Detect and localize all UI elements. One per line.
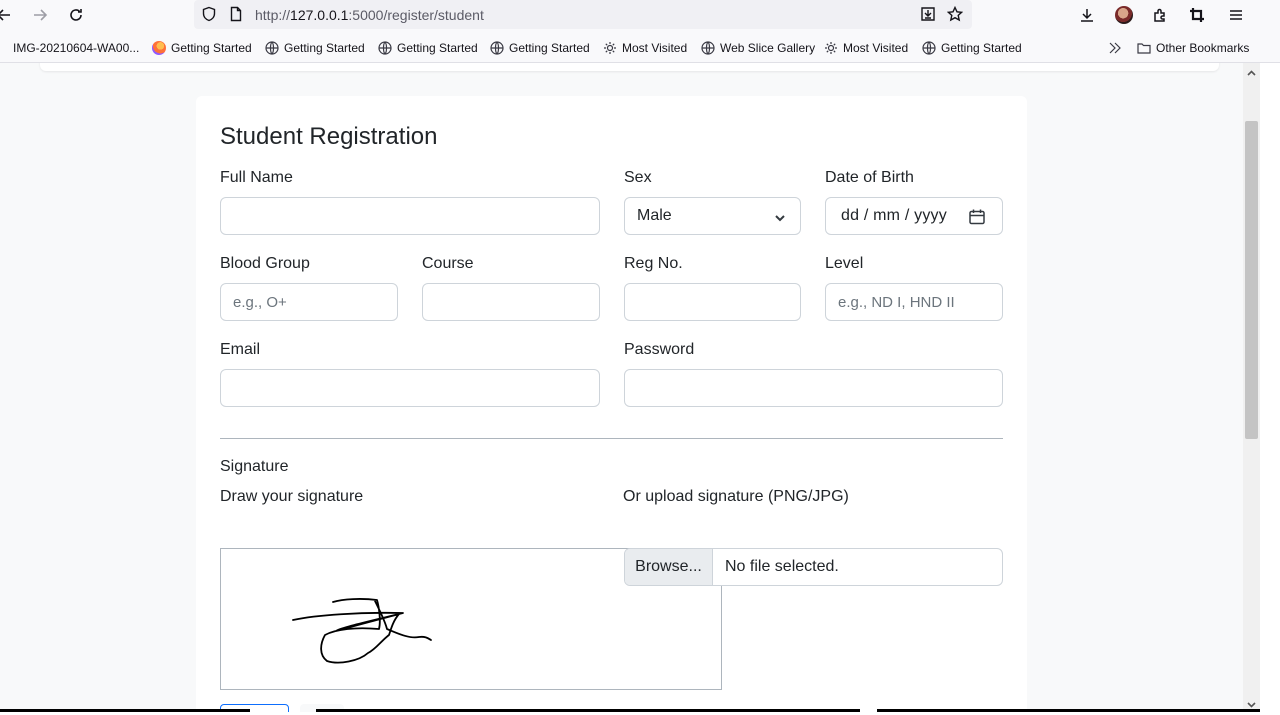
browser-toolbar: http://127.0.0.1:5000/register/student <box>0 0 1280 32</box>
scroll-up-icon[interactable] <box>1246 66 1257 77</box>
calendar-icon[interactable] <box>968 208 986 226</box>
window-edge <box>1260 63 1280 712</box>
file-status: No file selected. <box>725 558 839 575</box>
blood-group-label: Blood Group <box>220 255 310 272</box>
level-field[interactable] <box>825 283 1003 321</box>
dob-date-input[interactable]: dd / mm / yyyy <box>825 197 1003 235</box>
course-field[interactable] <box>422 283 600 321</box>
password-field[interactable] <box>624 369 1003 407</box>
blood-group-field[interactable] <box>220 283 398 321</box>
image-icon <box>0 41 8 55</box>
globe-icon <box>378 41 392 55</box>
sex-select[interactable]: Male <box>624 197 801 235</box>
avatar-icon <box>1115 6 1133 24</box>
bookmark-item[interactable]: Getting Started <box>265 40 365 56</box>
other-bookmarks[interactable]: Other Bookmarks <box>1137 40 1249 56</box>
page-icon[interactable] <box>228 6 244 22</box>
reload-icon[interactable] <box>64 4 88 26</box>
bookmark-item[interactable]: IMG-20210604-WA00... <box>0 40 139 56</box>
scroll-thumb[interactable] <box>1245 121 1258 439</box>
gear-icon <box>603 41 617 55</box>
email-field[interactable] <box>220 369 600 407</box>
draw-signature-label: Draw your signature <box>220 488 364 505</box>
course-label: Course <box>422 255 474 272</box>
bookmark-item[interactable]: Web Slice Gallery <box>701 40 815 56</box>
upload-signature-label: Or upload signature (PNG/JPG) <box>623 488 849 505</box>
signature-file-input[interactable]: Browse... No file selected. <box>624 548 1003 586</box>
globe-icon <box>922 41 936 55</box>
bookmark-item[interactable]: Most Visited <box>824 40 908 56</box>
scroll-down-icon[interactable] <box>1246 697 1257 708</box>
crop-icon[interactable] <box>1186 5 1208 25</box>
globe-icon <box>490 41 504 55</box>
dob-label: Date of Birth <box>825 169 914 186</box>
url-text[interactable]: http://127.0.0.1:5000/register/student <box>255 7 484 23</box>
bookmarks-toolbar: IMG-20210604-WA00... Getting Started Get… <box>0 32 1280 63</box>
course-input[interactable] <box>435 293 587 311</box>
navbar-bottom-edge <box>40 63 1219 71</box>
browse-button[interactable]: Browse... <box>625 549 713 585</box>
sex-selected-value: Male <box>637 207 672 224</box>
blood-group-input[interactable] <box>233 293 385 311</box>
menu-icon[interactable] <box>1225 5 1247 25</box>
folder-icon <box>1137 41 1151 55</box>
reg-no-field[interactable] <box>624 283 801 321</box>
reg-no-label: Reg No. <box>624 255 683 272</box>
signature-section-label: Signature <box>220 458 289 475</box>
star-icon[interactable] <box>946 5 964 22</box>
dob-format: dd / mm / yyyy <box>841 207 947 224</box>
bookmark-item[interactable]: Getting Started <box>152 40 252 56</box>
registration-card: Student Registration Full Name Sex Male … <box>196 96 1027 712</box>
globe-icon <box>265 41 279 55</box>
level-input[interactable] <box>838 293 990 311</box>
email-label: Email <box>220 341 261 358</box>
reg-no-input[interactable] <box>637 293 788 311</box>
chevron-down-icon <box>774 211 786 223</box>
bookmark-item[interactable]: Getting Started <box>922 40 1022 56</box>
page-scrollbar[interactable] <box>1243 63 1260 712</box>
globe-icon <box>701 41 715 55</box>
gear-icon <box>824 41 838 55</box>
password-label: Password <box>624 341 695 358</box>
bookmark-item[interactable]: Getting Started <box>490 40 590 56</box>
account-avatar[interactable] <box>1113 5 1135 25</box>
sex-label: Sex <box>624 169 652 186</box>
shield-icon[interactable] <box>201 6 217 22</box>
password-input[interactable] <box>637 379 990 397</box>
full-name-field[interactable] <box>220 197 600 235</box>
bookmark-item[interactable]: Getting Started <box>378 40 478 56</box>
bookmarks-overflow-icon[interactable] <box>1107 40 1128 56</box>
full-name-label: Full Name <box>220 169 293 186</box>
forward-icon[interactable] <box>28 4 52 26</box>
extensions-icon[interactable] <box>1149 5 1171 25</box>
back-icon[interactable] <box>0 4 16 26</box>
save-page-icon[interactable] <box>920 6 936 22</box>
level-label: Level <box>825 255 864 272</box>
page-viewport: Student Registration Full Name Sex Male … <box>0 63 1243 712</box>
section-divider <box>220 438 1003 439</box>
bookmark-item[interactable]: Most Visited <box>603 40 687 56</box>
downloads-icon[interactable] <box>1076 5 1098 25</box>
url-bar[interactable]: http://127.0.0.1:5000/register/student <box>194 0 972 29</box>
firefox-icon <box>152 41 166 55</box>
email-input[interactable] <box>233 379 587 397</box>
full-name-input[interactable] <box>233 207 587 225</box>
page-title: Student Registration <box>220 123 438 150</box>
